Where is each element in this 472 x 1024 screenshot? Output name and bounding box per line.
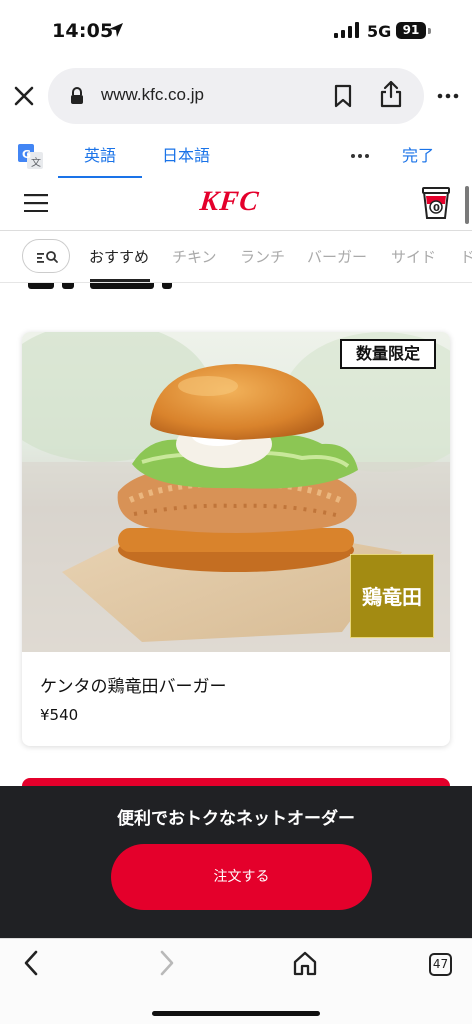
section-heading-cutoff bbox=[0, 283, 472, 293]
site-header: KFC 0 bbox=[0, 180, 472, 228]
category-tab-burger[interactable]: バーガー bbox=[307, 231, 367, 282]
order-banner-title: 便利でおトクなネットオーダー bbox=[117, 809, 355, 829]
url-text: www.kfc.co.jp bbox=[101, 85, 204, 104]
home-indicator bbox=[152, 1011, 320, 1016]
svg-text:0: 0 bbox=[433, 203, 440, 214]
translate-more-icon[interactable] bbox=[350, 148, 370, 164]
category-tabs: おすすめ チキン ランチ バーガー サイド ド bbox=[0, 230, 472, 283]
product-price: ¥540 bbox=[40, 706, 79, 724]
network-type: 5G bbox=[367, 22, 392, 41]
home-icon[interactable] bbox=[292, 949, 318, 977]
location-arrow-icon bbox=[109, 23, 123, 37]
category-tab-side[interactable]: サイド bbox=[391, 231, 436, 282]
share-icon[interactable] bbox=[379, 80, 403, 108]
cart-bucket-icon[interactable]: 0 bbox=[420, 184, 452, 220]
browser-toolbar: www.kfc.co.jp bbox=[0, 62, 472, 132]
category-tab-drink[interactable]: ド bbox=[460, 231, 472, 282]
google-translate-icon[interactable]: G 文 bbox=[18, 144, 44, 170]
menu-search-button[interactable] bbox=[22, 239, 70, 273]
translate-done-button[interactable]: 完了 bbox=[402, 136, 434, 176]
order-banner: 便利でおトクなネットオーダー 注文する bbox=[0, 786, 472, 938]
svg-text:G: G bbox=[22, 148, 31, 161]
tab-japanese[interactable]: 日本語 bbox=[146, 136, 226, 178]
product-card[interactable]: 数量限定 鶏竜田 ケンタの鶏竜田バーガー ¥540 bbox=[22, 332, 450, 746]
translate-bar: G 文 英語 日本語 完了 bbox=[0, 136, 472, 180]
scroll-indicator bbox=[465, 186, 469, 224]
category-tab-lunch[interactable]: ランチ bbox=[240, 231, 285, 282]
browser-bottom-nav: 47 bbox=[0, 938, 472, 1024]
status-time: 14:05 bbox=[52, 20, 114, 42]
more-options-icon[interactable] bbox=[436, 84, 460, 108]
hamburger-menu-icon[interactable] bbox=[24, 194, 48, 212]
battery-tip bbox=[428, 28, 431, 34]
product-image: 数量限定 鶏竜田 bbox=[22, 332, 450, 652]
tab-switcher-button[interactable]: 47 bbox=[429, 953, 452, 976]
lock-icon bbox=[71, 87, 83, 104]
kfc-logo[interactable]: KFC bbox=[198, 186, 260, 218]
cellular-signal-icon bbox=[334, 22, 359, 38]
bookmark-icon[interactable] bbox=[333, 84, 353, 108]
svg-text:文: 文 bbox=[31, 156, 41, 169]
limited-quantity-badge: 数量限定 bbox=[340, 339, 436, 369]
battery-indicator: 91 bbox=[396, 22, 426, 39]
close-icon[interactable] bbox=[10, 82, 38, 110]
product-name: ケンタの鶏竜田バーガー bbox=[40, 677, 227, 697]
category-tab-recommended[interactable]: おすすめ bbox=[89, 231, 149, 282]
product-name-badge: 鶏竜田 bbox=[350, 554, 434, 638]
order-button[interactable]: 注文する bbox=[111, 844, 372, 910]
status-bar: 14:05 5G 91 bbox=[0, 0, 472, 62]
category-tab-chicken[interactable]: チキン bbox=[172, 231, 217, 282]
tab-english[interactable]: 英語 bbox=[58, 136, 142, 178]
back-icon[interactable] bbox=[20, 949, 42, 977]
forward-icon[interactable] bbox=[156, 949, 178, 977]
list-search-icon bbox=[37, 251, 58, 263]
address-bar[interactable]: www.kfc.co.jp bbox=[48, 68, 424, 124]
